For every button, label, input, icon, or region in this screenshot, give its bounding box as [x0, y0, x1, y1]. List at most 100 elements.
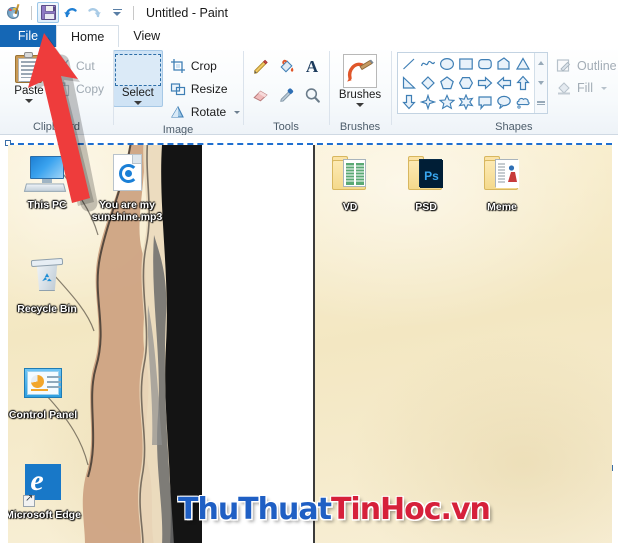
save-icon	[40, 5, 56, 20]
computer-icon	[23, 153, 71, 197]
customize-qat-button[interactable]	[106, 2, 128, 23]
shape-up-arrow[interactable]	[514, 74, 532, 92]
shape-rectangle[interactable]	[457, 55, 475, 73]
desktop-screenshot-right: VD Ps PSD Meme	[313, 145, 612, 543]
magnifier-tool[interactable]	[300, 82, 324, 108]
redo-button[interactable]	[83, 2, 105, 23]
tab-home[interactable]: Home	[56, 25, 120, 47]
shape-six-point-star[interactable]	[457, 93, 475, 111]
shapes-expand-icon[interactable]	[537, 101, 546, 105]
tab-file[interactable]: File	[0, 25, 56, 47]
desktop-folder-meme[interactable]: Meme	[459, 155, 545, 213]
fill-button[interactable]: Fill	[556, 80, 618, 96]
shape-hexagon[interactable]	[457, 74, 475, 92]
title-bar: Untitled - Paint	[0, 0, 618, 25]
desktop-icon-mp3[interactable]: You are my sunshine.mp3	[84, 153, 170, 223]
watermark-part-1: ThuThuat	[178, 492, 332, 527]
fill-dropdown-caret[interactable]	[600, 86, 607, 90]
shape-left-arrow[interactable]	[495, 74, 513, 92]
shape-diamond[interactable]	[419, 74, 437, 92]
resize-icon	[170, 83, 185, 96]
brushes-label: Brushes	[338, 89, 382, 101]
tools-group-label: Tools	[273, 121, 299, 133]
rotate-label: Rotate	[190, 105, 227, 119]
fill-tool[interactable]	[274, 54, 298, 80]
brushes-dropdown-caret[interactable]	[356, 103, 365, 107]
crop-icon	[170, 59, 185, 73]
shape-right-triangle[interactable]	[400, 74, 418, 92]
desktop-folder-psd[interactable]: Ps PSD	[383, 155, 469, 213]
shape-oval[interactable]	[438, 55, 456, 73]
desktop-icon-label: Meme	[487, 201, 517, 213]
tab-view[interactable]: View	[119, 25, 174, 47]
undo-button[interactable]	[60, 2, 82, 23]
shape-oval-callout[interactable]	[495, 93, 513, 111]
ribbon-group-tools: A Tools	[243, 47, 329, 135]
shapes-group-label: Shapes	[495, 121, 533, 133]
rotate-button[interactable]: Rotate	[167, 102, 243, 122]
shape-rounded-rectangle[interactable]	[476, 55, 494, 73]
shape-rounded-callout[interactable]	[476, 93, 494, 111]
shapes-scroll-up-icon[interactable]	[538, 61, 545, 65]
ribbon-group-image: Select Crop Resize Rotate Image	[112, 47, 243, 136]
paste-dropdown-caret[interactable]	[25, 99, 33, 103]
copy-icon	[56, 82, 70, 97]
crop-button[interactable]: Crop	[167, 56, 243, 76]
shapes-scroll-down-icon[interactable]	[538, 81, 545, 85]
brushes-button[interactable]: Brushes	[333, 50, 387, 107]
ribbon-group-shapes: Outline Fill Shapes	[391, 47, 618, 135]
desktop-icon-label: Control Panel	[8, 409, 78, 421]
paint-app-icon[interactable]	[4, 2, 26, 23]
brushes-group-label: Brushes	[339, 121, 381, 133]
control-panel-icon	[19, 363, 67, 407]
shape-curve[interactable]	[419, 55, 437, 73]
desktop-icon-control-panel[interactable]: Control Panel	[8, 363, 86, 421]
cut-button[interactable]: Cut	[52, 56, 107, 76]
select-button[interactable]: Select	[112, 50, 163, 107]
qat-divider	[31, 5, 32, 20]
redo-icon	[88, 8, 101, 18]
desktop-folder-vd[interactable]: VD	[315, 155, 393, 213]
audio-file-icon	[103, 153, 151, 197]
shape-triangle[interactable]	[514, 55, 532, 73]
fill-icon	[558, 82, 571, 95]
shape-line[interactable]	[400, 55, 418, 73]
shape-cloud-callout[interactable]	[514, 93, 532, 111]
ribbon-tabs: File Home View	[0, 25, 618, 47]
copy-button[interactable]: Copy	[52, 79, 107, 99]
paste-button[interactable]: Paste	[6, 50, 52, 103]
shape-four-point-star[interactable]	[419, 93, 437, 111]
paste-label: Paste	[14, 85, 44, 97]
eraser-tool[interactable]	[248, 82, 272, 108]
shape-down-arrow[interactable]	[400, 93, 418, 111]
shape-right-arrow[interactable]	[476, 74, 494, 92]
text-tool[interactable]: A	[300, 54, 324, 80]
paint-canvas[interactable]: This PC You are my sunshine.mp3 Recycle …	[0, 135, 618, 543]
rotate-dropdown-caret[interactable]	[234, 110, 241, 114]
outline-button[interactable]: Outline	[556, 58, 618, 74]
window-title: Untitled - Paint	[146, 5, 228, 20]
select-dropdown-caret[interactable]	[133, 101, 142, 105]
save-button[interactable]	[37, 2, 59, 23]
qat-divider-2	[133, 5, 134, 20]
shapes-scrollbar[interactable]	[534, 53, 548, 113]
shortcut-overlay-icon	[23, 493, 35, 507]
color-picker-tool[interactable]	[274, 82, 298, 108]
text-a-icon: A	[305, 57, 319, 76]
desktop-icon-this-pc[interactable]: This PC	[8, 153, 90, 211]
resize-button[interactable]: Resize	[167, 79, 243, 99]
shape-polygon[interactable]	[495, 55, 513, 73]
desktop-icon-edge[interactable]: e Microsoft Edge	[8, 463, 86, 521]
desktop-icon-recycle-bin[interactable]: Recycle Bin	[8, 257, 90, 315]
outline-icon	[556, 59, 571, 72]
shapes-gallery	[397, 52, 549, 114]
shape-five-point-star[interactable]	[438, 93, 456, 111]
desktop-icon-label: This PC	[27, 199, 67, 211]
pencil-icon	[253, 59, 268, 74]
site-watermark: ThuThuatTinHoc.vn	[178, 492, 491, 527]
ribbon-group-clipboard: Paste Cut Copy Clipboard	[0, 47, 113, 135]
shape-pentagon[interactable]	[438, 74, 456, 92]
clipboard-icon	[14, 52, 44, 84]
pencil-tool[interactable]	[248, 54, 272, 80]
copy-label: Copy	[76, 82, 105, 96]
